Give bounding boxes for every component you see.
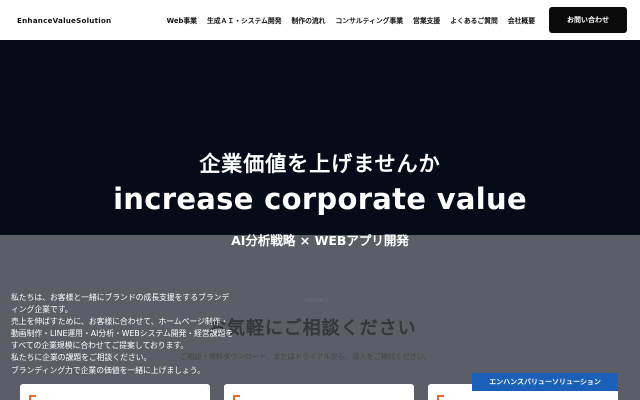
hero-title: 企業価値を上げませんか [199, 152, 441, 176]
site-header: EnhanceValueSolution Web事業 生成ＡＩ・システム開発 制… [0, 0, 640, 40]
intro-line: 私たちは、お客様と一緒にブランドの成長支援をするブランデ [11, 293, 230, 302]
intro-line: ィング企業です。 [11, 305, 73, 315]
card-accent-icon [233, 395, 240, 400]
nav-sales-support[interactable]: 営業支援 [413, 15, 440, 25]
hero-subtitle: increase corporate value [113, 182, 527, 216]
service-card[interactable] [20, 384, 210, 400]
company-intro: 私たちは、お客様と一緒にブランドの成長支援をするブランデ ィング企業です。 売上… [11, 292, 281, 377]
intro-line: すべての企業規模に合わせてご提案しております。 [11, 341, 189, 351]
main-nav: Web事業 生成ＡＩ・システム開発 制作の流れ コンサルティング事業 営業支援 … [135, 15, 535, 25]
nav-web-business[interactable]: Web事業 [167, 15, 197, 25]
intro-line: 売上を伸ばすために、お客様に合わせて、ホームページ制作・ [11, 317, 229, 327]
contact-button[interactable]: お問い合わせ [549, 7, 627, 33]
nav-ai-system[interactable]: 生成ＡＩ・システム開発 [207, 15, 282, 25]
section-label: CONTACT [305, 298, 329, 304]
card-accent-icon [437, 395, 444, 400]
nav-company[interactable]: 会社概要 [508, 15, 535, 25]
intro-line: ブランディング力で企業の価値を一緒に上げましょう。 [11, 365, 205, 375]
intro-line: 私たちに企業の課題をご相談ください。 [11, 353, 152, 363]
floating-company-badge[interactable]: エンハンスバリューソリューション [472, 373, 618, 391]
service-card[interactable] [224, 384, 414, 400]
intro-line: 動画制作・LINE運用・AI分析・WEBシステム開発・経営課題を [11, 329, 234, 339]
nav-consulting[interactable]: コンサルティング事業 [335, 15, 403, 25]
nav-workflow[interactable]: 制作の流れ [292, 15, 326, 25]
site-logo[interactable]: EnhanceValueSolution [17, 16, 111, 25]
nav-faq[interactable]: よくあるご質問 [450, 15, 498, 25]
hero-tagline: AI分析戦略 × WEBアプリ開発 [231, 233, 409, 248]
card-accent-icon [29, 395, 36, 400]
